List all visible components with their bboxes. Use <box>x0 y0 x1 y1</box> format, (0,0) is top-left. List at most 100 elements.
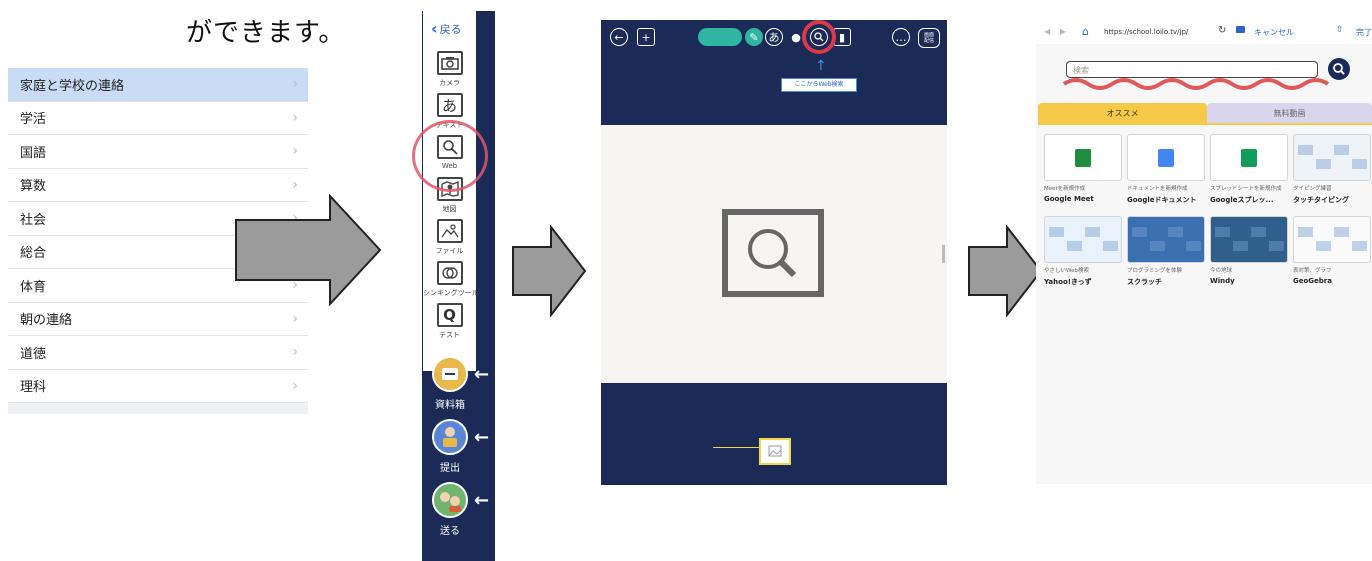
thumbnail-block <box>1103 241 1118 251</box>
thumbnail-block <box>1168 227 1183 237</box>
thumbnail-block <box>1298 227 1313 237</box>
material-box-button[interactable]: 資料箱 <box>430 356 470 411</box>
web-tool-highlight <box>412 120 488 192</box>
page-thumbnail-icon[interactable] <box>759 438 791 465</box>
search-icon <box>1333 63 1345 75</box>
subject-row[interactable]: 道徳 › <box>8 336 308 370</box>
thumbnail-block <box>1085 227 1100 237</box>
app-logo <box>1075 149 1091 167</box>
app-card-title: Windy <box>1210 277 1235 285</box>
thinking-tool[interactable]: シンキングツール <box>423 261 479 298</box>
app-card[interactable]: プログラミングを体験 スクラッチ <box>1127 216 1205 291</box>
done-button[interactable]: 完了 <box>1356 27 1372 38</box>
add-icon[interactable]: + <box>637 28 655 46</box>
submit-button[interactable]: 提出 <box>430 419 470 474</box>
camera-icon[interactable] <box>1236 26 1245 33</box>
subject-row[interactable]: 朝の連絡 › <box>8 302 308 336</box>
geogebra-thumbnail <box>1293 216 1371 263</box>
subject-label: 朝の連絡 <box>20 313 73 329</box>
url-text[interactable]: https://school.loilo.tv/jp/ <box>1104 28 1188 36</box>
pen-icon[interactable]: ✎ <box>745 28 763 46</box>
chevron-right-icon: › <box>292 377 298 394</box>
thumbnail-block <box>1067 241 1082 251</box>
app-card[interactable]: スプレッドシートを新規作成 Googleスプレッ... <box>1210 134 1288 209</box>
search-button[interactable] <box>1328 58 1350 80</box>
app-card-caption: プログラミングを体験 <box>1127 268 1183 274</box>
mode-toggle[interactable] <box>698 28 742 46</box>
home-icon[interactable]: ⌂ <box>1082 25 1089 38</box>
tab-recommended[interactable]: オススメ <box>1038 103 1207 124</box>
file-tool[interactable]: ファイル <box>423 219 476 256</box>
send-button[interactable]: 送る <box>430 482 470 537</box>
tab-free-videos[interactable]: 無料動画 <box>1207 103 1372 124</box>
test-tool[interactable]: Q テスト <box>423 303 476 340</box>
subject-row[interactable]: 理科 › <box>8 369 308 403</box>
chevron-left-icon: ‹ <box>431 19 438 38</box>
windy-thumbnail <box>1210 216 1288 263</box>
app-card-caption: スプレッドシートを新規作成 <box>1210 186 1282 192</box>
url-bar: ◀ ▶ ⌂ https://school.loilo.tv/jp/ ↻ キャンセ… <box>1036 22 1372 44</box>
red-scribble <box>1062 78 1330 90</box>
chevron-right-icon: › <box>292 143 298 160</box>
google-meet-icon <box>1044 134 1122 181</box>
app-card-caption: Meetを新規作成 <box>1044 186 1086 192</box>
file-tool-label: ファイル <box>435 247 464 255</box>
subject-label: 道徳 <box>20 346 47 362</box>
nav-back-icon[interactable]: ◀ <box>1044 27 1050 36</box>
app-card-caption: タイピング練習 <box>1293 186 1332 192</box>
thumbnail-block <box>1049 227 1064 237</box>
map-tool-label: 地図 <box>442 205 457 213</box>
subject-label: 社会 <box>20 212 47 228</box>
subject-row[interactable]: 学活 › <box>8 101 308 135</box>
more-icon[interactable]: … <box>892 28 910 46</box>
app-card[interactable]: Meetを新規作成 Google Meet <box>1044 134 1122 209</box>
app-card[interactable]: ドキュメントを新規作成 Googleドキュメント <box>1127 134 1205 209</box>
web-card-icon <box>722 209 824 297</box>
chevron-right-icon: › <box>292 76 298 93</box>
card-canvas[interactable] <box>601 125 947 383</box>
app-logo <box>1158 149 1174 167</box>
tab-underline <box>1038 123 1372 125</box>
material-box-icon <box>432 356 468 392</box>
app-card[interactable]: 表対策、グラフ GeoGebra <box>1293 216 1371 291</box>
flow-arrow-3 <box>968 225 1043 317</box>
camera-tool[interactable]: カメラ <box>423 51 476 88</box>
back-button[interactable]: ‹ 戻る <box>431 21 462 37</box>
share-icon[interactable]: ⇧ <box>1336 25 1344 35</box>
flow-arrow-2 <box>512 225 587 317</box>
thumbnail-block <box>1352 159 1367 169</box>
cancel-button[interactable]: キャンセル <box>1254 27 1294 38</box>
thumbnail-block <box>1233 241 1248 251</box>
submit-icon <box>432 419 468 455</box>
subject-row[interactable]: 国語 › <box>8 135 308 169</box>
app-card-caption: 表対策、グラフ <box>1293 268 1332 274</box>
app-card[interactable]: タイピング練習 タッチタイピング <box>1293 134 1371 209</box>
thumbnail-block <box>1132 227 1147 237</box>
file-icon <box>436 219 463 243</box>
test-tool-label: テスト <box>439 331 460 339</box>
send-label: 送る <box>440 526 460 537</box>
chevron-right-icon: › <box>292 344 298 361</box>
app-card-caption: 今の地球 <box>1210 268 1233 274</box>
back-icon[interactable]: ← <box>610 28 628 46</box>
text-icon[interactable]: あ <box>765 28 783 46</box>
subject-row[interactable]: 家庭と学校の連絡 › <box>8 68 308 102</box>
thumbnail-block <box>1334 145 1349 155</box>
thinking-tool-label: シンキングツール <box>423 289 479 297</box>
subject-label: 家庭と学校の連絡 <box>20 78 125 94</box>
thumbnail-block <box>1150 241 1165 251</box>
caption-text: ができます。 <box>186 18 346 48</box>
test-icon: Q <box>436 303 463 327</box>
subject-label: 総合 <box>20 246 47 262</box>
google-sheets-icon <box>1210 134 1288 181</box>
app-card[interactable]: 今の地球 Windy <box>1210 216 1288 291</box>
screen-share-button[interactable]: 画面 配信 <box>918 28 940 48</box>
reload-icon[interactable]: ↻ <box>1218 25 1226 36</box>
thumbnail-block <box>1316 159 1331 169</box>
chevron-right-icon: › <box>292 109 298 126</box>
app-card[interactable]: やさしいWeb検索 Yahoo!きっず <box>1044 216 1122 291</box>
web-search-highlight <box>802 20 836 54</box>
nav-forward-icon[interactable]: ▶ <box>1060 27 1066 36</box>
panel-handle[interactable] <box>942 245 945 263</box>
subject-label: 学活 <box>20 112 47 128</box>
